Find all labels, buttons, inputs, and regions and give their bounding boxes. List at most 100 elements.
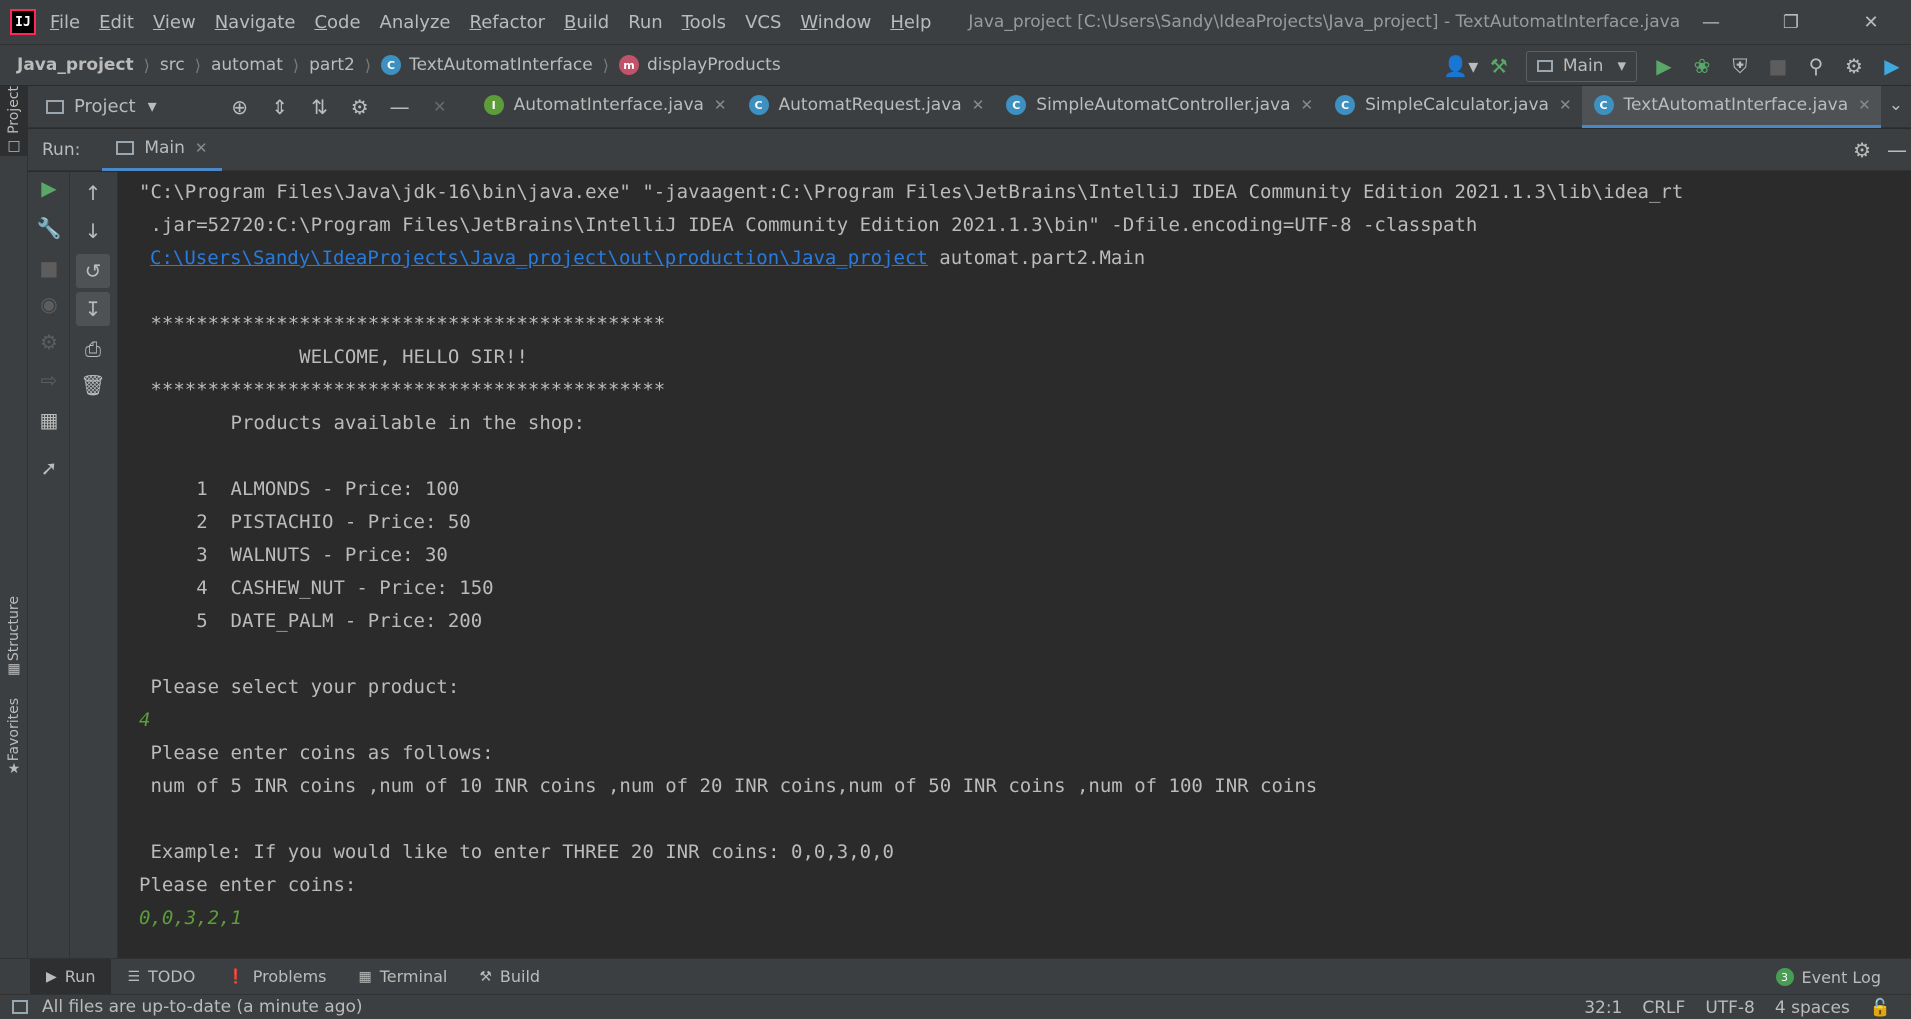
menu-tools[interactable]: Tools: [682, 12, 726, 33]
close-icon[interactable]: ✕: [972, 96, 985, 114]
toggle-tool-windows-icon[interactable]: [12, 1000, 28, 1014]
console-line: ****************************************…: [139, 379, 666, 401]
console-line: Example: If you would like to enter THRE…: [139, 841, 894, 863]
minimize-window-icon[interactable]: —: [1671, 0, 1751, 44]
soft-wrap-icon[interactable]: ↺: [76, 254, 110, 288]
project-view-label: Project: [74, 96, 136, 117]
collapse-all-icon[interactable]: ⇅: [300, 95, 340, 119]
user-account-icon[interactable]: 👤▾: [1442, 47, 1480, 85]
console-icon: [116, 141, 135, 155]
rerun-icon[interactable]: ▶: [28, 176, 70, 200]
tab-automat-request[interactable]: C AutomatRequest.java ✕: [737, 86, 995, 128]
indent-setting[interactable]: 4 spaces: [1775, 998, 1850, 1018]
console-output[interactable]: "C:\Program Files\Java\jdk-16\bin\java.e…: [119, 172, 1911, 958]
structure-tool-tab[interactable]: Structure ▦: [0, 596, 28, 677]
close-icon[interactable]: ✕: [1559, 96, 1572, 114]
console-line: Please select your product:: [139, 676, 460, 698]
menu-run[interactable]: Run: [628, 12, 663, 33]
tool-tab-todo[interactable]: ☰ TODO: [111, 959, 211, 995]
tab-simple-calculator[interactable]: C SimpleCalculator.java ✕: [1323, 86, 1581, 128]
hide-icon[interactable]: —: [1887, 129, 1907, 171]
camera-icon[interactable]: ◉: [28, 292, 70, 316]
run-config-label: Main: [1562, 56, 1604, 76]
console-line: "C:\Program Files\Java\jdk-16\bin\java.e…: [139, 181, 1684, 203]
tool-tab-build[interactable]: ⚒ Build: [463, 959, 556, 995]
classpath-link[interactable]: C:\Users\Sandy\IdeaProjects\Java_project…: [150, 247, 928, 269]
menu-window[interactable]: Window: [800, 12, 871, 33]
restore-layout-icon[interactable]: ⚙: [28, 330, 70, 354]
run-tab-main[interactable]: Main ✕: [102, 129, 222, 171]
close-icon[interactable]: ✕: [714, 96, 727, 114]
run-configuration-dropdown[interactable]: Main ▾: [1525, 50, 1637, 82]
tab-simple-automat-controller[interactable]: C SimpleAutomatController.java ✕: [994, 86, 1323, 128]
menu-refactor[interactable]: Refactor: [469, 12, 545, 33]
menu-help[interactable]: Help: [890, 12, 931, 33]
favorites-tool-tab[interactable]: Favorites ★: [0, 698, 28, 777]
breadcrumb-method[interactable]: m displayProducts: [618, 55, 781, 75]
exit-icon[interactable]: ⇨: [28, 368, 70, 392]
menu-vcs[interactable]: VCS: [745, 12, 781, 33]
stop-icon[interactable]: ■: [1759, 47, 1797, 85]
close-icon[interactable]: ✕: [195, 139, 208, 157]
caret-position[interactable]: 32:1: [1584, 998, 1622, 1018]
breadcrumb-class[interactable]: C TextAutomatInterface: [381, 55, 593, 75]
trash-icon[interactable]: 🗑: [76, 368, 110, 402]
tool-tab-terminal[interactable]: ▦ Terminal: [343, 959, 464, 995]
coverage-shield-icon[interactable]: ⛨: [1721, 47, 1759, 85]
tool-tab-label: Build: [499, 967, 541, 986]
scroll-to-end-icon[interactable]: ↧: [76, 292, 110, 326]
tab-text-automat-interface[interactable]: C TextAutomatInterface.java ✕: [1581, 85, 1881, 128]
wrench-icon[interactable]: 🔧: [28, 216, 70, 240]
close-icon[interactable]: ✕: [420, 97, 460, 116]
terminal-icon: ▦: [358, 968, 372, 985]
file-encoding[interactable]: UTF-8: [1705, 998, 1755, 1018]
menu-code[interactable]: Code: [314, 12, 360, 33]
close-window-icon[interactable]: ✕: [1831, 0, 1911, 44]
close-icon[interactable]: ✕: [1858, 96, 1871, 114]
arrow-down-icon[interactable]: ↓: [76, 214, 110, 248]
hide-icon[interactable]: —: [380, 95, 420, 119]
breadcrumb-automat[interactable]: automat: [211, 55, 283, 75]
console-line: num of 5 INR coins ,num of 10 INR coins …: [139, 775, 1318, 797]
stop-icon[interactable]: ■: [28, 256, 70, 280]
restore-window-icon[interactable]: ❐: [1751, 0, 1831, 44]
project-tool-tab[interactable]: Project □: [0, 86, 28, 156]
menu-analyze[interactable]: Analyze: [380, 12, 451, 33]
breadcrumb-src[interactable]: src: [160, 55, 185, 75]
class-icon: C: [1593, 95, 1614, 115]
tool-tab-run[interactable]: ▶ Run: [30, 958, 112, 995]
search-icon[interactable]: ⚲: [1797, 47, 1835, 85]
settings-gear-icon[interactable]: ⚙: [1835, 47, 1873, 85]
menu-file[interactable]: File: [50, 12, 80, 33]
menu-view[interactable]: View: [153, 12, 196, 33]
run-icon[interactable]: ▶: [1645, 47, 1683, 85]
breadcrumb-project[interactable]: Java_project: [17, 55, 134, 75]
locate-target-icon[interactable]: ⊕: [220, 95, 260, 119]
class-icon: C: [748, 95, 769, 115]
build-hammer-icon[interactable]: ⚒: [1480, 47, 1518, 85]
arrow-up-icon[interactable]: ↑: [76, 176, 110, 210]
gear-icon[interactable]: ⚙: [340, 95, 380, 119]
layout-icon[interactable]: ▦: [28, 408, 70, 432]
menu-edit[interactable]: Edit: [99, 12, 134, 33]
breadcrumb-separator: ⟩: [143, 55, 150, 75]
tabs-overflow-chevron-icon[interactable]: ⌄: [1881, 86, 1911, 128]
tab-automat-interface[interactable]: I AutomatInterface.java ✕: [472, 86, 737, 128]
lock-icon[interactable]: 🔓: [1870, 998, 1891, 1018]
close-icon[interactable]: ✕: [1301, 96, 1314, 114]
project-view-dropdown[interactable]: Project ▾: [28, 96, 220, 117]
gear-icon[interactable]: ⚙: [1853, 129, 1871, 171]
print-icon[interactable]: ⎙: [76, 332, 110, 366]
expand-all-icon[interactable]: ⇕: [260, 95, 300, 119]
menu-build[interactable]: Build: [564, 12, 609, 33]
code-with-me-icon[interactable]: ▶: [1873, 47, 1911, 85]
event-log-button[interactable]: 3 Event Log: [1775, 959, 1881, 995]
line-separator[interactable]: CRLF: [1642, 998, 1685, 1018]
breadcrumb-part2[interactable]: part2: [309, 55, 355, 75]
menu-navigate[interactable]: Navigate: [215, 12, 296, 33]
run-toolbar: ▶ 🔧 ■ ◉ ⚙ ⇨ ▦ ➚: [28, 172, 70, 958]
tool-tab-problems[interactable]: ❗ Problems: [211, 959, 342, 995]
debug-bug-icon[interactable]: ❀: [1683, 47, 1721, 85]
pin-icon[interactable]: ➚: [28, 456, 70, 480]
console-line: .jar=52720:C:\Program Files\JetBrains\In…: [139, 214, 1478, 236]
